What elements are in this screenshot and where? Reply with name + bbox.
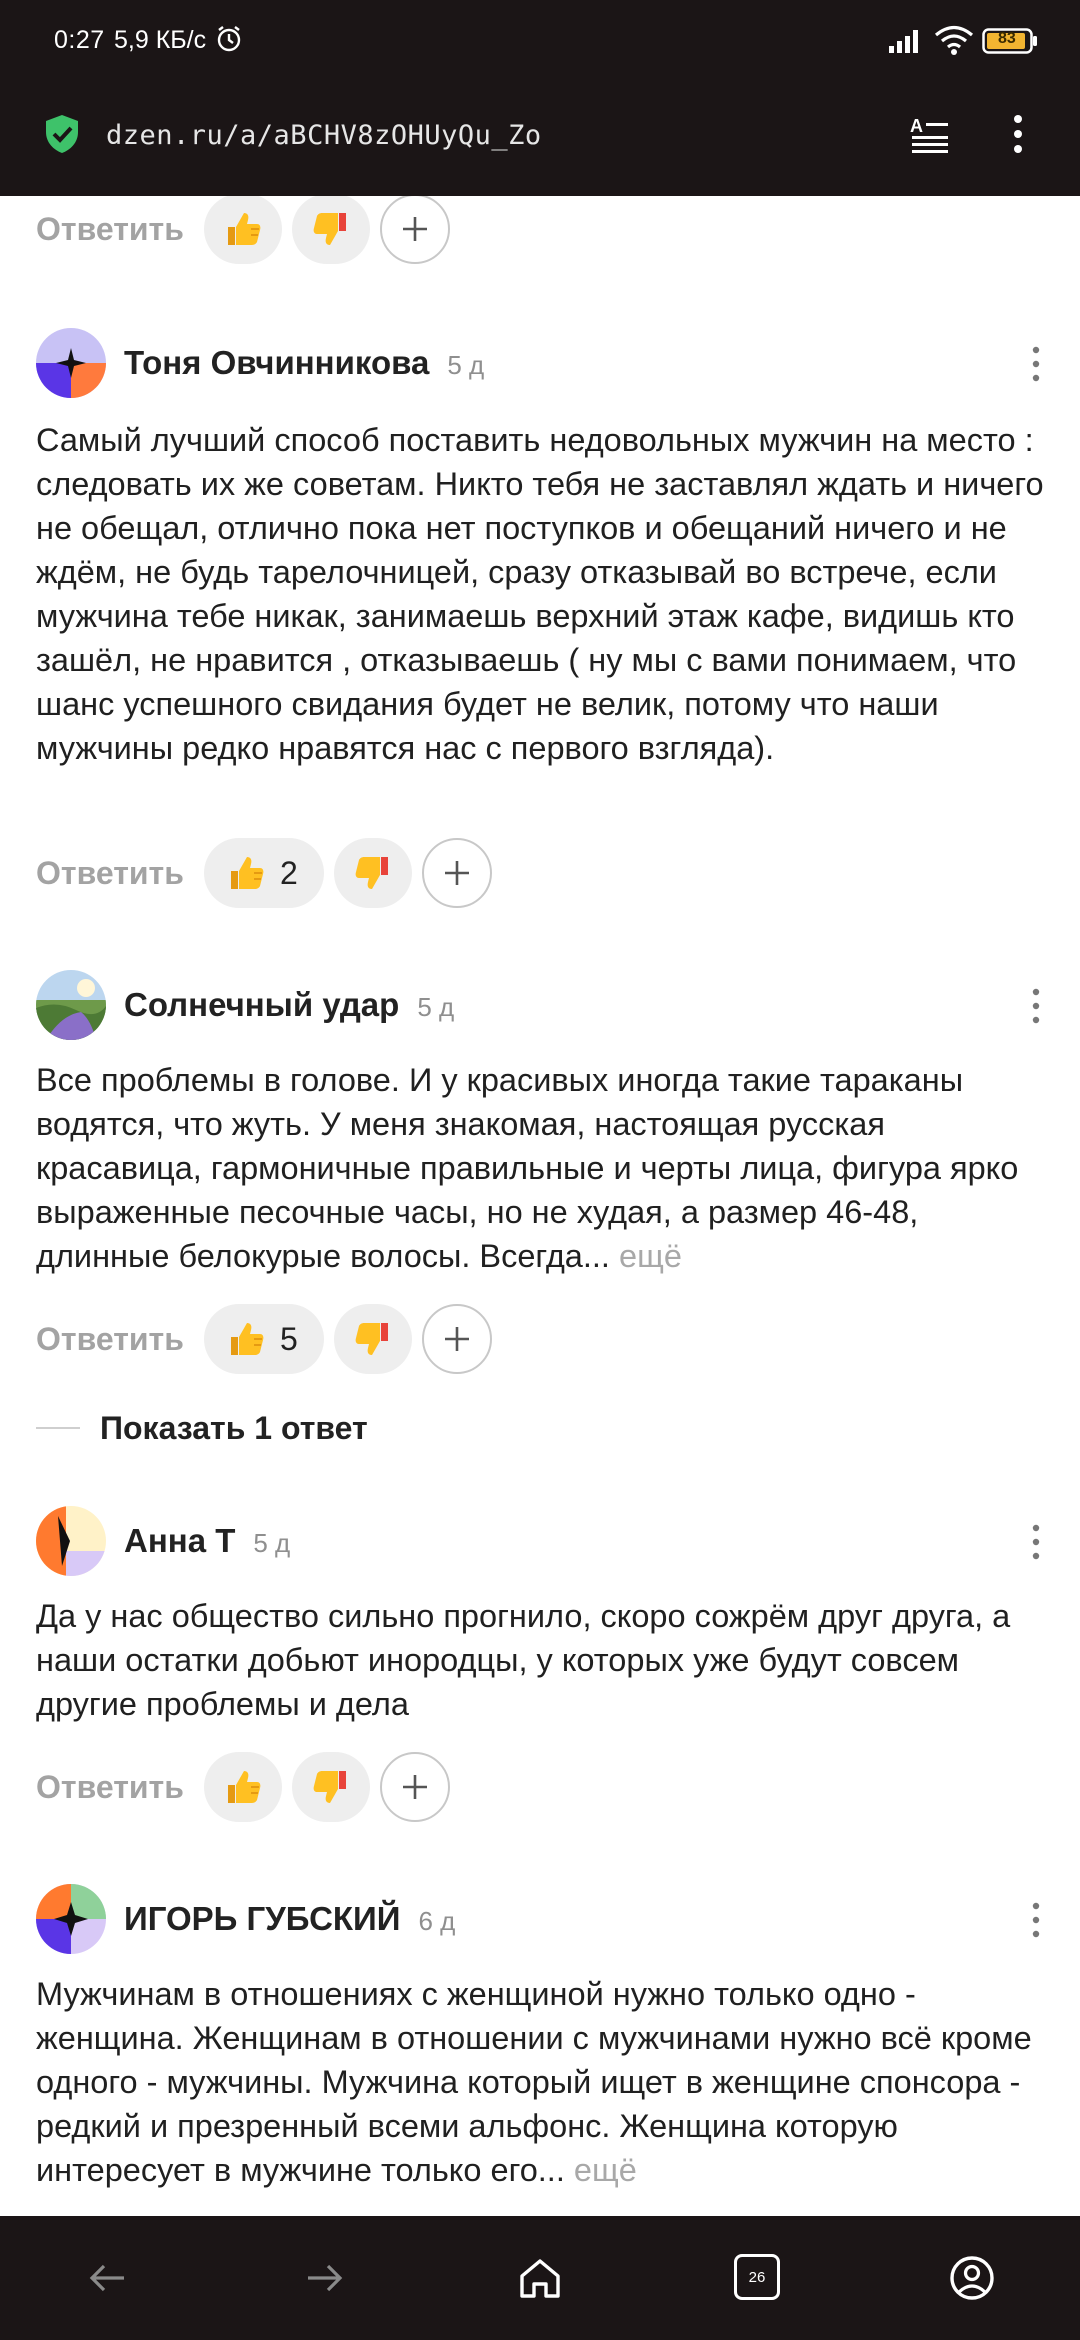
comment-header: ИГОРЬ ГУБСКИЙ 6 д bbox=[36, 1884, 1046, 1956]
add-reaction-button[interactable] bbox=[421, 838, 492, 908]
plus-icon bbox=[402, 217, 427, 241]
shield-check-icon[interactable] bbox=[44, 114, 80, 154]
home-icon[interactable] bbox=[516, 2254, 564, 2302]
thumbs-down-icon bbox=[355, 857, 388, 889]
comment-menu-icon[interactable] bbox=[1026, 986, 1046, 1026]
dislike-button[interactable] bbox=[291, 1752, 370, 1822]
more-vertical-icon[interactable] bbox=[1004, 112, 1032, 156]
divider bbox=[36, 1427, 80, 1429]
show-replies-label[interactable]: Показать 1 ответ bbox=[100, 1410, 368, 1447]
avatar[interactable] bbox=[36, 1506, 106, 1576]
comment-text-body: Все проблемы в голове. И у красивых иног… bbox=[36, 1062, 1019, 1274]
plus-icon bbox=[444, 861, 469, 885]
comment-text: Мужчинам в отношениях с женщиной нужно т… bbox=[36, 1972, 1046, 2192]
status-time: 0:27 bbox=[54, 26, 105, 54]
dislike-button[interactable] bbox=[333, 838, 412, 908]
comment-header: Анна Т 5 д bbox=[36, 1506, 1046, 1578]
like-button[interactable] bbox=[203, 1752, 282, 1822]
alarm-icon bbox=[217, 26, 241, 52]
avatar[interactable] bbox=[36, 970, 106, 1040]
dislike-button[interactable] bbox=[291, 196, 370, 264]
like-button[interactable] bbox=[203, 196, 282, 264]
comment-text-body: Мужчинам в отношениях с женщиной нужно т… bbox=[36, 1976, 1032, 2188]
status-bar: 0:27 5,9 КБ/с 83 bbox=[0, 0, 1080, 84]
wifi-icon bbox=[934, 25, 974, 55]
comment-actions: Ответить bbox=[36, 1752, 450, 1822]
author-name[interactable]: Тоня Овчинникова bbox=[124, 344, 429, 381]
add-reaction-button[interactable] bbox=[379, 1752, 450, 1822]
signal-icon bbox=[889, 30, 918, 53]
like-count: 5 bbox=[279, 1320, 298, 1357]
comment-header: Солнечный удар 5 д bbox=[36, 970, 1046, 1042]
like-button[interactable]: 2 bbox=[203, 838, 324, 908]
thumbs-up-icon bbox=[230, 857, 264, 889]
avatar[interactable] bbox=[36, 1884, 106, 1954]
comment-age: 6 д bbox=[418, 1906, 456, 1936]
show-replies-button[interactable]: Показать 1 ответ bbox=[36, 1408, 368, 1448]
comment-text: Самый лучший способ поставить недовольны… bbox=[36, 422, 1044, 766]
comment-age: 5 д bbox=[447, 350, 485, 380]
reply-button[interactable]: Ответить bbox=[36, 211, 184, 248]
browser-bottom-nav: 26 bbox=[0, 2216, 1080, 2340]
like-count: 2 bbox=[279, 854, 298, 891]
comment-actions: Ответить bbox=[36, 196, 450, 264]
plus-icon bbox=[402, 1775, 427, 1799]
read-more-link[interactable]: ещё bbox=[619, 1238, 682, 1274]
author-name[interactable]: Солнечный удар bbox=[124, 986, 399, 1023]
avatar[interactable] bbox=[36, 328, 106, 398]
like-button[interactable]: 5 bbox=[203, 1304, 324, 1374]
reader-mode-icon[interactable]: A bbox=[910, 114, 950, 154]
network-speed: 5,9 КБ/с bbox=[114, 26, 207, 54]
plus-icon bbox=[444, 1327, 469, 1351]
tabs-count: 26 bbox=[748, 2268, 766, 2286]
add-reaction-button[interactable] bbox=[379, 196, 450, 264]
comment-menu-icon[interactable] bbox=[1026, 1522, 1046, 1562]
comment-text: Все проблемы в голове. И у красивых иног… bbox=[36, 1058, 1046, 1278]
tabs-button[interactable]: 26 bbox=[734, 2254, 780, 2300]
thumbs-down-icon bbox=[313, 213, 346, 245]
forward-arrow-icon[interactable] bbox=[300, 2254, 348, 2302]
add-reaction-button[interactable] bbox=[421, 1304, 492, 1374]
url-text[interactable]: dzen.ru/a/aBCHV8zOHUyQu_Zo bbox=[106, 120, 542, 151]
battery-level: 83 bbox=[998, 30, 1016, 47]
comment-actions: Ответить 2 bbox=[36, 838, 492, 908]
comment-menu-icon[interactable] bbox=[1026, 1900, 1046, 1940]
comment-header: Тоня Овчинникова 5 д bbox=[36, 328, 1046, 400]
comment-age: 5 д bbox=[417, 992, 455, 1022]
comment-text: Да у нас общество сильно прогнило, скоро… bbox=[36, 1598, 1011, 1722]
comments-feed: Ответить Тоня Овчинникова 5 д Самый лучши… bbox=[0, 196, 1080, 2216]
svg-text:A: A bbox=[910, 116, 923, 136]
profile-icon[interactable] bbox=[948, 2254, 996, 2302]
thumbs-up-icon bbox=[227, 1771, 261, 1803]
read-more-link[interactable]: ещё bbox=[574, 2152, 637, 2188]
comment-age: 5 д bbox=[253, 1528, 291, 1558]
thumbs-up-icon bbox=[227, 213, 261, 245]
dislike-button[interactable] bbox=[333, 1304, 412, 1374]
thumbs-down-icon bbox=[313, 1771, 346, 1803]
thumbs-up-icon bbox=[230, 1323, 264, 1355]
comment-actions: Ответить 5 bbox=[36, 1304, 492, 1374]
reply-button[interactable]: Ответить bbox=[36, 1769, 184, 1806]
reply-button[interactable]: Ответить bbox=[36, 1321, 184, 1358]
reply-button[interactable]: Ответить bbox=[36, 855, 184, 892]
author-name[interactable]: ИГОРЬ ГУБСКИЙ bbox=[124, 1900, 401, 1937]
browser-top-bar: 0:27 5,9 КБ/с 83 dzen.ru/a/aBCHV8zOHUyQu… bbox=[0, 0, 1080, 196]
url-bar[interactable]: dzen.ru/a/aBCHV8zOHUyQu_Zo A bbox=[0, 100, 1080, 172]
author-name[interactable]: Анна Т bbox=[124, 1522, 235, 1559]
comment-menu-icon[interactable] bbox=[1026, 344, 1046, 384]
thumbs-down-icon bbox=[355, 1323, 388, 1355]
back-arrow-icon[interactable] bbox=[84, 2254, 132, 2302]
